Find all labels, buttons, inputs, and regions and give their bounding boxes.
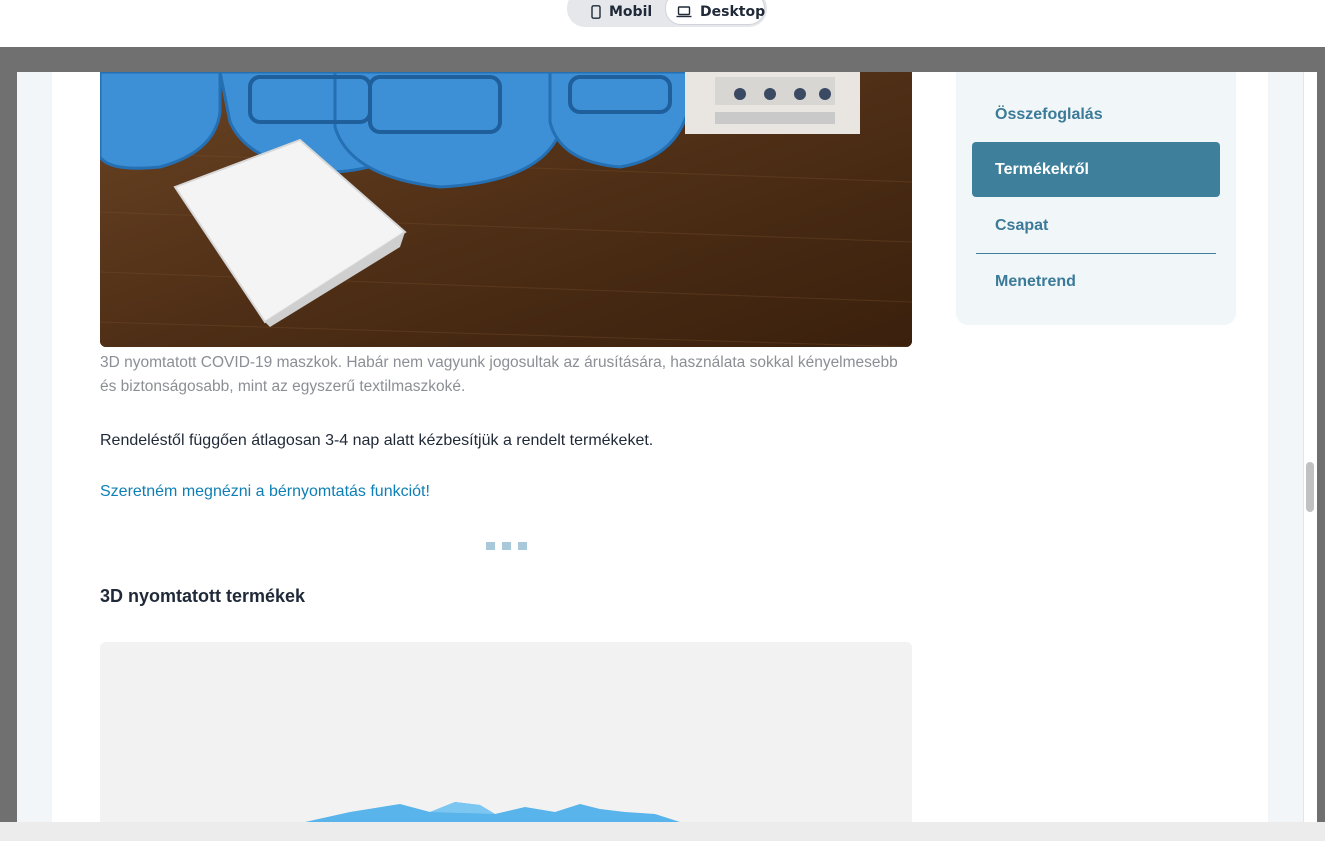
sidebar-item-label: Csapat [995, 216, 1049, 234]
printed-object-photo [100, 642, 912, 822]
sidebar-item-label: Termékekről [995, 160, 1089, 178]
sidebar-nav: Összefoglalás Termékekről Csapat Menetre… [956, 72, 1236, 325]
sidebar-item-menetrend[interactable]: Menetrend [972, 254, 1220, 309]
frame-bottom-edge [0, 822, 1325, 841]
preview-frame: 3D nyomtatott COVID-19 maszkok. Habár ne… [0, 47, 1325, 841]
sidebar-item-csapat[interactable]: Csapat [972, 198, 1220, 253]
mobile-view-button[interactable]: Mobil [569, 0, 665, 25]
delivery-text: Rendeléstől függően átlagosan 3-4 nap al… [100, 432, 654, 449]
image-caption: 3D nyomtatott COVID-19 maszkok. Habár ne… [100, 354, 898, 395]
hero-image [100, 72, 912, 347]
scrollbar-thumb[interactable] [1306, 462, 1314, 512]
device-toggle: Mobil Desktop [567, 0, 767, 27]
preview-topbar: Mobil Desktop [0, 0, 1325, 47]
sidebar-item-label: Menetrend [995, 272, 1076, 290]
section-heading: 3D nyomtatott termékek [100, 586, 306, 606]
sidebar-item-osszefoglalas[interactable]: Összefoglalás [972, 87, 1220, 142]
masks-photo [100, 72, 912, 347]
divider-dot [486, 542, 495, 550]
section-divider [486, 542, 527, 550]
page-margin-left [17, 72, 52, 822]
mobile-view-label: Mobil [609, 3, 653, 20]
product-image [100, 642, 912, 822]
phone-icon [591, 4, 601, 19]
desktop-view-label: Desktop [700, 3, 766, 20]
divider-dot [502, 542, 511, 550]
page-margin-right [1268, 72, 1303, 822]
scrollbar[interactable] [1303, 72, 1317, 822]
laptop-icon [676, 5, 692, 17]
page-viewport: 3D nyomtatott COVID-19 maszkok. Habár ne… [17, 72, 1317, 822]
sidebar-item-label: Összefoglalás [995, 105, 1103, 123]
print-service-link[interactable]: Szeretném megnézni a bérnyomtatás funkci… [100, 483, 430, 501]
sidebar-item-termekekrol[interactable]: Termékekről [972, 142, 1220, 197]
desktop-view-button[interactable]: Desktop [665, 0, 765, 25]
divider-dot [518, 542, 527, 550]
